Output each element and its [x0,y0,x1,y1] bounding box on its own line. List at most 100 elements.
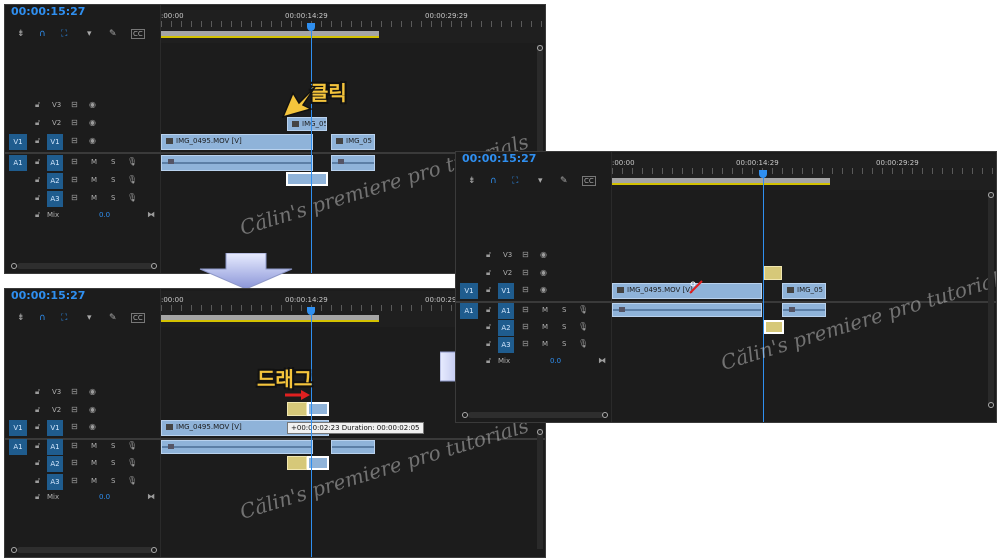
sync-lock-icon[interactable]: ⊟ [71,136,78,145]
eye-icon[interactable]: ◉ [89,100,96,109]
lock-icon[interactable]: 🔓︎ [486,339,491,349]
clip-a2-dragged[interactable] [287,456,307,470]
microphone-icon[interactable]: 🎙︎ [578,339,588,348]
clip-v1-right[interactable]: IMG_05 [782,283,826,299]
captions-icon[interactable]: CC [131,313,145,323]
lock-icon[interactable]: 🔓︎ [35,492,40,502]
sync-lock-icon[interactable]: ⊟ [71,422,78,431]
microphone-icon[interactable]: 🎙︎ [578,305,588,314]
mute-button[interactable]: M [542,323,548,331]
scroll-knob-left[interactable] [11,263,17,269]
linked-selection-icon[interactable]: ⛶ [61,29,67,39]
vertical-scrollbar[interactable] [537,429,543,549]
sync-lock-icon[interactable]: ⊟ [522,250,529,259]
eye-icon[interactable]: ◉ [89,118,96,127]
sync-lock-icon[interactable]: ⊟ [71,387,78,396]
track-target-a1[interactable]: A1 [47,439,63,455]
horizontal-scrollbar[interactable] [468,412,604,418]
insert-nest-icon[interactable]: ⇟ [468,176,476,186]
vscroll-knob-top[interactable] [988,192,994,198]
lock-icon[interactable]: 🔓︎ [35,157,40,167]
clip-a1-main[interactable] [161,440,313,454]
clip-a2-selected[interactable] [286,172,328,186]
microphone-icon[interactable]: 🎙︎ [127,157,137,166]
solo-button[interactable]: S [111,459,115,467]
mix-end-icon[interactable]: ⧓ [147,210,155,219]
lock-icon[interactable]: 🔓︎ [486,250,491,260]
mute-button[interactable]: M [91,477,97,485]
microphone-icon[interactable]: 🎙︎ [127,175,137,184]
source-patch-v1[interactable]: V1 [9,420,27,436]
solo-button[interactable]: S [111,442,115,450]
source-patch-a1[interactable]: A1 [9,155,27,171]
solo-button[interactable]: S [111,477,115,485]
work-area-bar[interactable] [161,31,379,38]
eye-icon[interactable]: ◉ [540,250,547,259]
lock-icon[interactable]: 🔓︎ [35,193,40,203]
vscroll-knob-bottom[interactable] [988,402,994,408]
horizontal-scrollbar[interactable] [17,263,153,269]
scroll-knob-right[interactable] [602,412,608,418]
lock-icon[interactable]: 🔓︎ [486,285,491,295]
track-target-a2[interactable]: A2 [47,456,63,472]
linked-selection-icon[interactable]: ⛶ [61,313,67,323]
clip-v2-moved[interactable] [764,266,782,280]
source-patch-a1[interactable]: A1 [460,303,478,319]
track-target-a2[interactable]: A2 [498,320,514,336]
lock-icon[interactable]: 🔓︎ [35,422,40,432]
clip-v1-main[interactable]: IMG_0495.MOV [V] [612,283,762,299]
lock-icon[interactable]: 🔓︎ [486,322,491,332]
track-target-v1[interactable]: V1 [498,283,514,299]
playhead-timecode[interactable]: 00:00:15:27 [462,152,536,165]
clip-a1-main[interactable] [612,303,762,317]
work-area-bar[interactable] [612,178,830,185]
lock-icon[interactable]: 🔓︎ [486,356,491,366]
clip-a1-right[interactable] [331,440,375,454]
solo-button[interactable]: S [562,340,566,348]
lock-icon[interactable]: 🔓︎ [35,136,40,146]
clip-v1-right[interactable]: IMG_05 [331,134,375,150]
eye-icon[interactable]: ◉ [540,285,547,294]
sync-lock-icon[interactable]: ⊟ [71,175,78,184]
track-target-a1[interactable]: A1 [47,155,63,171]
add-marker-icon[interactable]: ▾ [87,29,92,39]
mix-value[interactable]: 0.0 [99,211,110,219]
solo-button[interactable]: S [111,158,115,166]
lock-icon[interactable]: 🔓︎ [35,458,40,468]
sync-lock-icon[interactable]: ⊟ [71,193,78,202]
microphone-icon[interactable]: 🎙︎ [127,193,137,202]
sync-lock-icon[interactable]: ⊟ [71,458,78,467]
snap-magnet-icon[interactable]: ∩ [490,176,497,186]
playhead-marker[interactable] [759,170,767,178]
vertical-scrollbar[interactable] [988,192,994,404]
mute-button[interactable]: M [542,340,548,348]
mix-end-icon[interactable]: ⧓ [147,492,155,501]
scroll-knob-left[interactable] [11,547,17,553]
horizontal-scrollbar[interactable] [17,547,153,553]
sync-lock-icon[interactable]: ⊟ [522,268,529,277]
eye-icon[interactable]: ◉ [540,268,547,277]
lock-icon[interactable]: 🔓︎ [35,476,40,486]
playhead-marker[interactable] [307,23,315,31]
clip-a1-right[interactable] [782,303,826,317]
eye-icon[interactable]: ◉ [89,136,96,145]
vscroll-knob-top[interactable] [537,45,543,51]
lock-icon[interactable]: 🔓︎ [35,405,40,415]
add-marker-icon[interactable]: ▾ [538,176,543,186]
clip-a1-right[interactable] [331,155,375,171]
mute-button[interactable]: M [91,459,97,467]
captions-icon[interactable]: CC [582,176,596,186]
solo-button[interactable]: S [111,194,115,202]
mute-button[interactable]: M [91,158,97,166]
playhead-marker[interactable] [307,307,315,315]
lock-icon[interactable]: 🔓︎ [35,175,40,185]
clip-a1-main[interactable] [161,155,313,171]
insert-nest-icon[interactable]: ⇟ [17,29,25,39]
track-target-v1[interactable]: V1 [47,134,63,150]
source-patch-v1[interactable]: V1 [460,283,478,299]
eye-icon[interactable]: ◉ [89,405,96,414]
wrench-settings-icon[interactable]: ✎ [560,176,568,186]
sync-lock-icon[interactable]: ⊟ [71,476,78,485]
microphone-icon[interactable]: 🎙︎ [127,476,137,485]
sync-lock-icon[interactable]: ⊟ [522,305,529,314]
